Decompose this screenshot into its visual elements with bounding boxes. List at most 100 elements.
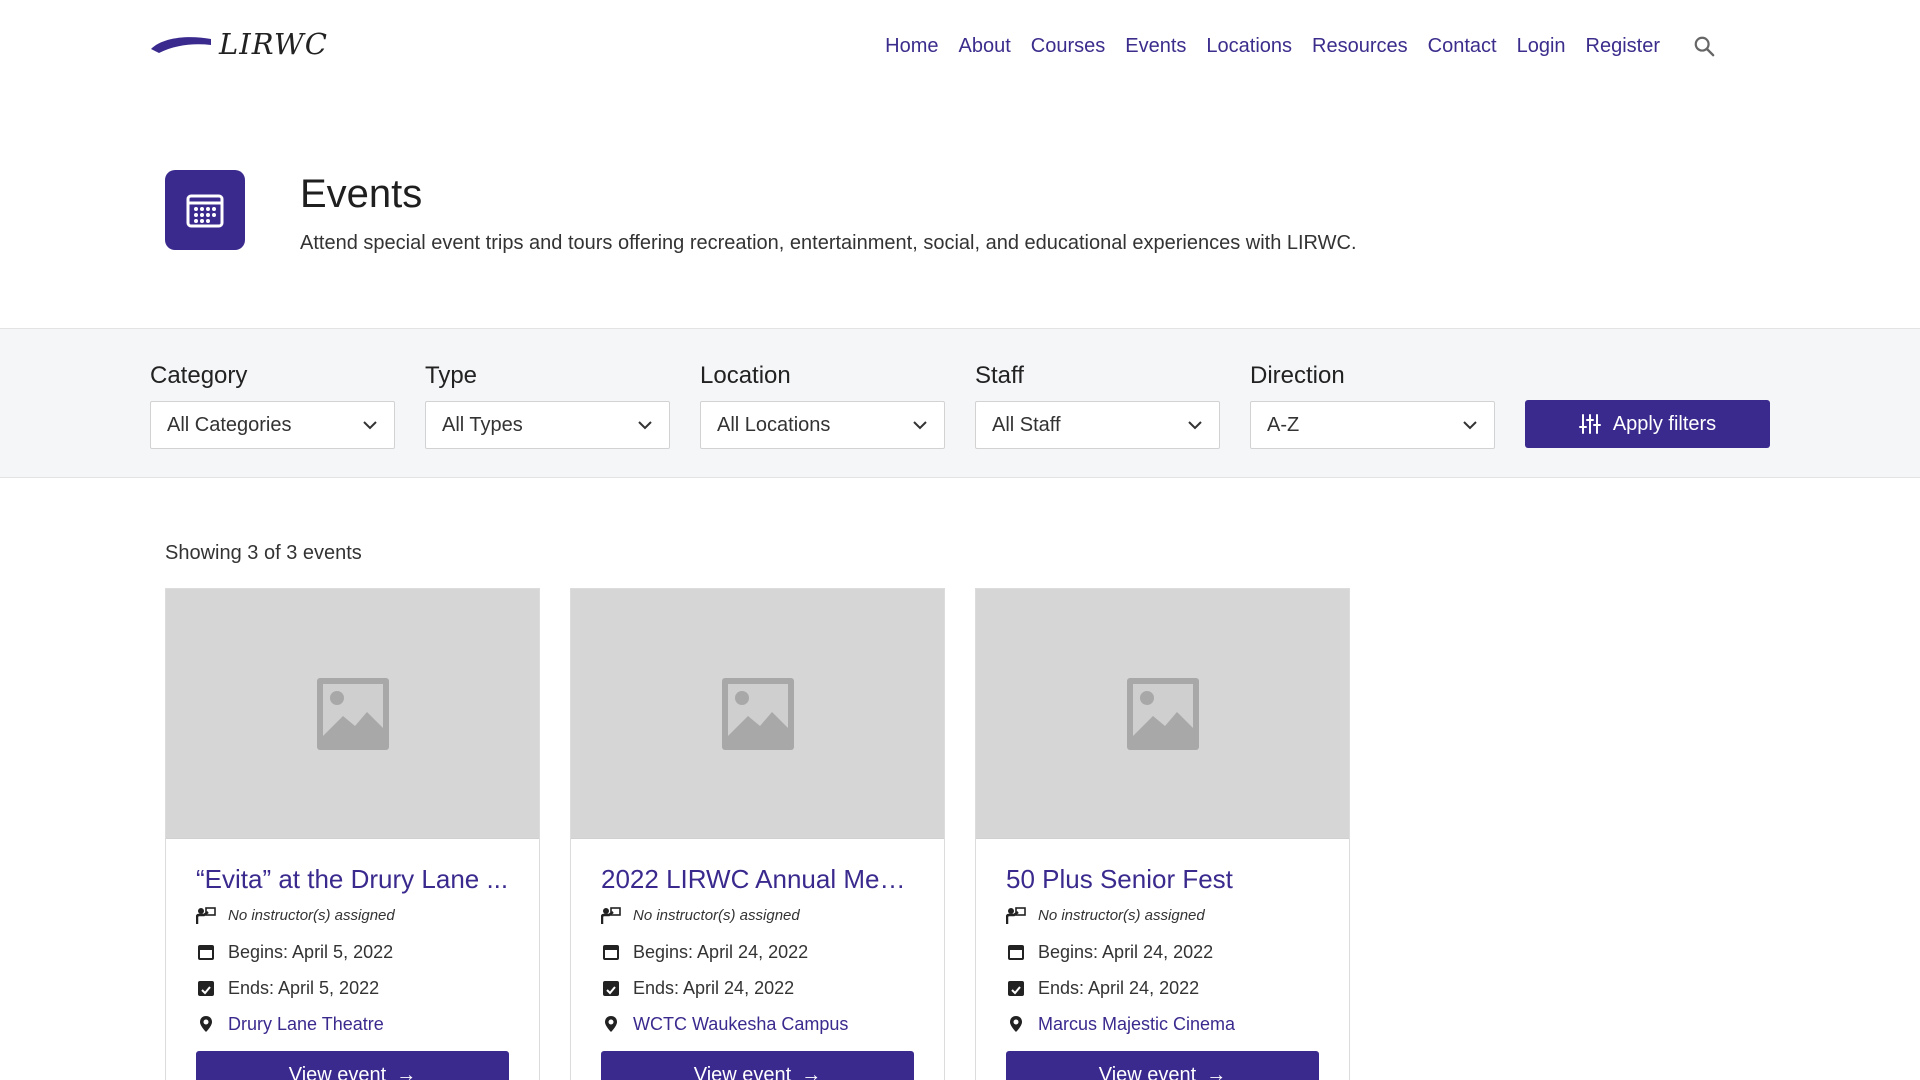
location-select[interactable]: All Locations [700,401,945,449]
image-placeholder[interactable] [976,589,1349,839]
nav-resources[interactable]: Resources [1312,30,1408,62]
filter-bar: Category All Categories Type All Types L… [0,328,1920,478]
location-row: Drury Lane Theatre [196,1011,509,1037]
staff-filter: Staff All Staff [975,361,1220,449]
image-icon [721,677,794,750]
instructor-row: No instructor(s) assigned [1006,903,1319,929]
calendar-icon [1006,942,1026,962]
begins-row: Begins: April 24, 2022 [601,939,914,965]
nav-events[interactable]: Events [1125,30,1186,62]
map-pin-icon [601,1014,621,1034]
ends-text: Ends: April 5, 2022 [228,978,380,998]
location-value: All Locations [717,413,831,436]
event-card: 50 Plus Senior Fest No instructor(s) ass… [975,588,1350,1080]
ends-row: Ends: April 5, 2022 [196,975,509,1001]
apply-filters-label: Apply filters [1612,412,1717,435]
arrow-right-icon: → [1206,1063,1227,1080]
map-pin-icon [1006,1014,1026,1034]
page-title: Events [300,172,423,216]
image-icon [1126,677,1199,750]
instructor-text: No instructor(s) assigned [228,907,395,924]
type-filter: Type All Types [425,361,670,449]
view-event-label: View event [693,1063,792,1080]
view-event-button[interactable]: View event → [1006,1051,1319,1080]
begins-text: Begins: April 5, 2022 [228,942,394,962]
instructor-icon [196,906,216,926]
apply-filters-button[interactable]: Apply filters [1525,400,1770,448]
view-event-button[interactable]: View event → [601,1051,914,1080]
begins-text: Begins: April 24, 2022 [1038,942,1214,962]
site-header: LIRWC Home About Courses Events Location… [0,0,1920,92]
view-event-label: View event [1098,1063,1197,1080]
nav-login[interactable]: Login [1517,30,1566,62]
event-title[interactable]: “Evita” at the Drury Lane ... [196,861,509,897]
main-nav: Home About Courses Events Locations Reso… [865,30,1718,62]
chevron-down-icon [363,421,377,430]
chevron-down-icon [913,421,927,430]
category-label: Category [150,362,248,389]
calendar-icon [196,942,216,962]
calendar-check-icon [196,978,216,998]
location-row: Marcus Majestic Cinema [1006,1011,1319,1037]
calendar-check-icon [1006,978,1026,998]
nav-home[interactable]: Home [885,30,938,62]
image-placeholder[interactable] [166,589,539,839]
calendar-check-icon [601,978,621,998]
map-pin-icon [196,1014,216,1034]
chevron-down-icon [638,421,652,430]
instructor-text: No instructor(s) assigned [1038,907,1205,924]
event-card: “Evita” at the Drury Lane ... No instruc… [165,588,540,1080]
ends-text: Ends: April 24, 2022 [1038,978,1200,998]
staff-select[interactable]: All Staff [975,401,1220,449]
nav-locations[interactable]: Locations [1206,30,1292,62]
location-link[interactable]: Drury Lane Theatre [228,1011,384,1037]
category-filter: Category All Categories [150,361,395,449]
ends-text: Ends: April 24, 2022 [633,978,795,998]
chevron-down-icon [1188,421,1202,430]
begins-row: Begins: April 24, 2022 [1006,939,1319,965]
ends-row: Ends: April 24, 2022 [601,975,914,1001]
staff-label: Staff [975,362,1024,389]
instructor-row: No instructor(s) assigned [196,903,509,929]
calendar-icon [165,170,245,250]
begins-row: Begins: April 5, 2022 [196,939,509,965]
arrow-right-icon: → [801,1063,822,1080]
nav-about[interactable]: About [959,30,1011,62]
event-card: 2022 LIRWC Annual Meet... No instructor(… [570,588,945,1080]
location-row: WCTC Waukesha Campus [601,1011,914,1037]
category-select[interactable]: All Categories [150,401,395,449]
logo-swoosh-icon [151,36,211,53]
ends-row: Ends: April 24, 2022 [1006,975,1319,1001]
location-label: Location [700,362,791,389]
logo-wordmark: LIRWC [219,27,328,61]
event-title[interactable]: 2022 LIRWC Annual Meet... [601,861,914,897]
nav-contact[interactable]: Contact [1428,30,1497,62]
type-select[interactable]: All Types [425,401,670,449]
page-subtitle: Attend special event trips and tours off… [300,232,1357,254]
site-logo[interactable]: LIRWC [149,30,328,59]
sliders-icon [1578,414,1601,434]
type-value: All Types [442,413,523,436]
location-link[interactable]: WCTC Waukesha Campus [633,1011,848,1037]
direction-label: Direction [1250,362,1345,389]
calendar-icon [601,942,621,962]
image-icon [316,677,389,750]
event-title[interactable]: 50 Plus Senior Fest [1006,861,1319,897]
search-icon[interactable] [1690,32,1718,60]
instructor-icon [601,906,621,926]
nav-courses[interactable]: Courses [1031,30,1105,62]
instructor-text: No instructor(s) assigned [633,907,800,924]
staff-value: All Staff [992,413,1061,436]
direction-select[interactable]: A-Z [1250,401,1495,449]
location-filter: Location All Locations [700,361,945,449]
category-value: All Categories [167,413,292,436]
direction-value: A-Z [1267,413,1300,436]
view-event-button[interactable]: View event → [196,1051,509,1080]
view-event-label: View event [288,1063,387,1080]
direction-filter: Direction A-Z [1250,361,1495,449]
instructor-icon [1006,906,1026,926]
begins-text: Begins: April 24, 2022 [633,942,809,962]
nav-register[interactable]: Register [1586,30,1660,62]
location-link[interactable]: Marcus Majestic Cinema [1038,1011,1235,1037]
image-placeholder[interactable] [571,589,944,839]
